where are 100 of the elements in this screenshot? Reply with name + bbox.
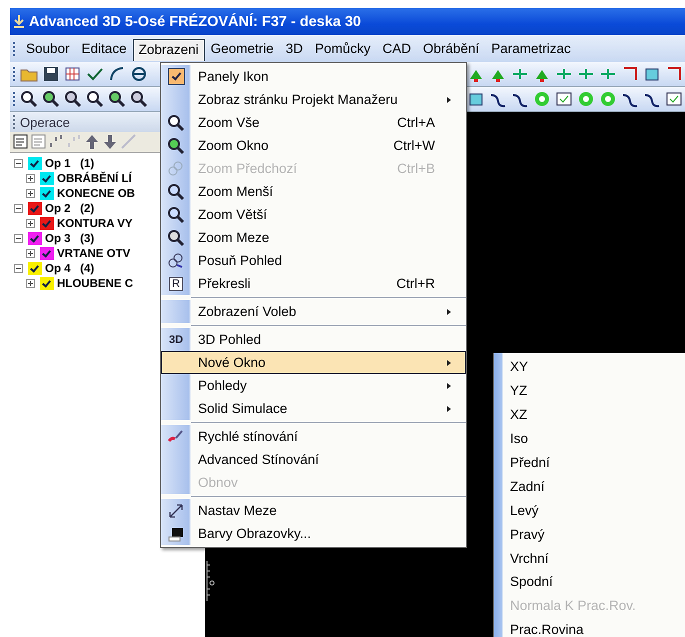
icon-label: 3D bbox=[168, 334, 184, 346]
angle-icon[interactable] bbox=[665, 65, 683, 83]
app-icon bbox=[13, 14, 25, 28]
menu-item[interactable]: Iso bbox=[494, 426, 685, 451]
operation-label[interactable]: KONTURA VY bbox=[57, 218, 133, 230]
menu-item[interactable]: Zoom Okno Ctrl+W bbox=[191, 134, 466, 157]
angle-icon[interactable] bbox=[621, 65, 639, 83]
collapse-icon[interactable] bbox=[14, 204, 23, 213]
zoom-icon[interactable] bbox=[108, 90, 126, 108]
down-arrow-icon[interactable] bbox=[102, 133, 118, 151]
zoom-icon[interactable] bbox=[20, 90, 38, 108]
panel-title: Operace bbox=[20, 114, 70, 130]
shortcut-label: Ctrl+R bbox=[396, 276, 435, 291]
grid-icon[interactable] bbox=[64, 65, 82, 83]
circle-icon[interactable] bbox=[130, 65, 148, 83]
menu-item[interactable]: Pohledy bbox=[191, 374, 466, 397]
menu-item[interactable]: Zobrazení Voleb bbox=[191, 300, 466, 323]
operation-label[interactable]: HLOUBENE C bbox=[57, 278, 134, 290]
expand-icon[interactable] bbox=[26, 219, 35, 228]
arc-icon[interactable] bbox=[108, 65, 126, 83]
menu-bar-item[interactable]: CAD bbox=[376, 38, 417, 60]
shortcut-label: Ctrl+B bbox=[397, 161, 435, 176]
menu-item[interactable]: Zadní bbox=[494, 474, 685, 498]
menu-bar-item[interactable]: Zobrazeni bbox=[132, 38, 205, 60]
grip-handle[interactable] bbox=[13, 115, 15, 129]
menu-bar-item[interactable]: Soubor bbox=[20, 38, 76, 60]
operation-label[interactable]: Op 4 (4) bbox=[45, 262, 94, 274]
menu-item[interactable]: Zoom Menší bbox=[191, 180, 466, 203]
menu-bar-item[interactable]: Obrábění bbox=[416, 38, 486, 60]
zoom-icon[interactable] bbox=[86, 90, 104, 108]
menu-item[interactable]: Levý bbox=[494, 498, 685, 522]
expand-icon[interactable] bbox=[26, 249, 35, 258]
window-title: Advanced 3D 5-Osé FRÉZOVÁNÍ: F37 - deska 30 bbox=[29, 14, 361, 30]
operation-label[interactable]: Op 1 (1) bbox=[45, 158, 94, 170]
axis-drawing bbox=[206, 561, 216, 601]
menu-item[interactable]: Zoom Meze bbox=[191, 226, 466, 249]
menu-item[interactable]: Zobraz stránku Projekt Manažeru bbox=[191, 88, 466, 111]
zoom-icon[interactable] bbox=[64, 90, 82, 108]
menu-bar-item[interactable]: Editace bbox=[76, 38, 133, 60]
collapse-icon[interactable] bbox=[14, 264, 23, 273]
menu-item[interactable]: Barvy Obrazovky... bbox=[191, 522, 466, 545]
save-icon[interactable] bbox=[42, 65, 60, 83]
menu-item[interactable]: Zoom Vše Ctrl+A bbox=[191, 111, 466, 134]
form-icon[interactable] bbox=[555, 90, 573, 108]
zoom-icon bbox=[167, 114, 185, 132]
icon-label: R bbox=[169, 276, 183, 290]
menu-item[interactable]: Posuň Pohled bbox=[191, 249, 466, 272]
expand-icon[interactable] bbox=[26, 279, 35, 288]
menu-item[interactable]: Zoom Větší bbox=[191, 203, 466, 226]
zoom-icon[interactable] bbox=[130, 90, 148, 108]
color-checkbox[interactable] bbox=[40, 172, 54, 185]
color-checkbox[interactable] bbox=[28, 262, 42, 275]
menu-bar-item[interactable]: Parametrizac bbox=[485, 38, 577, 60]
collapse-icon[interactable] bbox=[14, 234, 23, 243]
color-checkbox[interactable] bbox=[28, 202, 42, 215]
menu-item[interactable]: Spodní bbox=[494, 570, 685, 594]
menu-bar-item[interactable]: Pomůcky bbox=[308, 38, 376, 60]
shortcut-label: Ctrl+A bbox=[397, 115, 435, 130]
color-checkbox[interactable] bbox=[40, 277, 54, 290]
up-arrow-icon[interactable] bbox=[84, 133, 100, 151]
menu-item[interactable]: XY bbox=[494, 355, 685, 379]
expand-icon[interactable] bbox=[26, 174, 35, 183]
menu-item[interactable]: Rychlé stínování bbox=[191, 425, 466, 448]
grip-handle[interactable] bbox=[13, 42, 15, 56]
zoom-icon bbox=[167, 228, 185, 246]
operation-label[interactable]: Op 2 (2) bbox=[45, 202, 94, 214]
resize-arrows-icon bbox=[167, 502, 185, 520]
menu-item[interactable]: Překresli Ctrl+R bbox=[191, 272, 466, 295]
menu-item[interactable]: 3D Pohled bbox=[191, 328, 466, 351]
operation-label[interactable]: VRTANE OTV bbox=[57, 248, 130, 260]
menu-item[interactable]: XZ bbox=[494, 402, 685, 427]
color-checkbox[interactable] bbox=[28, 232, 42, 245]
menu-item[interactable]: YZ bbox=[494, 378, 685, 403]
collapse-icon[interactable] bbox=[14, 159, 23, 168]
menu-item[interactable]: Vrchní bbox=[494, 546, 685, 570]
menu-item[interactable]: Panely Ikon bbox=[191, 65, 466, 88]
color-checkbox[interactable] bbox=[28, 157, 42, 170]
zoom-icon[interactable] bbox=[42, 90, 60, 108]
menu-bar-item[interactable]: Geometrie bbox=[204, 38, 280, 60]
form-icon[interactable] bbox=[665, 90, 683, 108]
checkbox[interactable] bbox=[168, 68, 184, 85]
color-checkbox[interactable] bbox=[40, 247, 54, 260]
pan-icon bbox=[167, 160, 185, 178]
grip-handle[interactable] bbox=[13, 92, 15, 106]
color-checkbox[interactable] bbox=[40, 187, 54, 200]
color-checkbox[interactable] bbox=[40, 217, 54, 230]
menu-item[interactable]: Nové Okno bbox=[161, 351, 466, 374]
expand-icon[interactable] bbox=[26, 189, 35, 198]
grip-handle[interactable] bbox=[13, 67, 15, 81]
menu-item[interactable]: Pravý bbox=[494, 522, 685, 546]
menu-item[interactable]: Advanced Stínování bbox=[191, 448, 466, 471]
list-icon[interactable] bbox=[12, 133, 28, 151]
menu-bar-item[interactable]: 3D bbox=[280, 38, 309, 60]
menu-item[interactable]: Prac.Rovina bbox=[494, 618, 685, 637]
operation-label[interactable]: OBRÁBĚNÍ LÍ bbox=[57, 172, 132, 184]
operation-label[interactable]: Op 3 (3) bbox=[45, 232, 94, 244]
menu-item[interactable]: Nastav Meze bbox=[191, 499, 466, 522]
menu-item[interactable]: Přední bbox=[494, 450, 685, 474]
operation-label[interactable]: KONECNE OB bbox=[57, 188, 135, 200]
menu-item[interactable]: Solid Simulace bbox=[191, 397, 466, 420]
